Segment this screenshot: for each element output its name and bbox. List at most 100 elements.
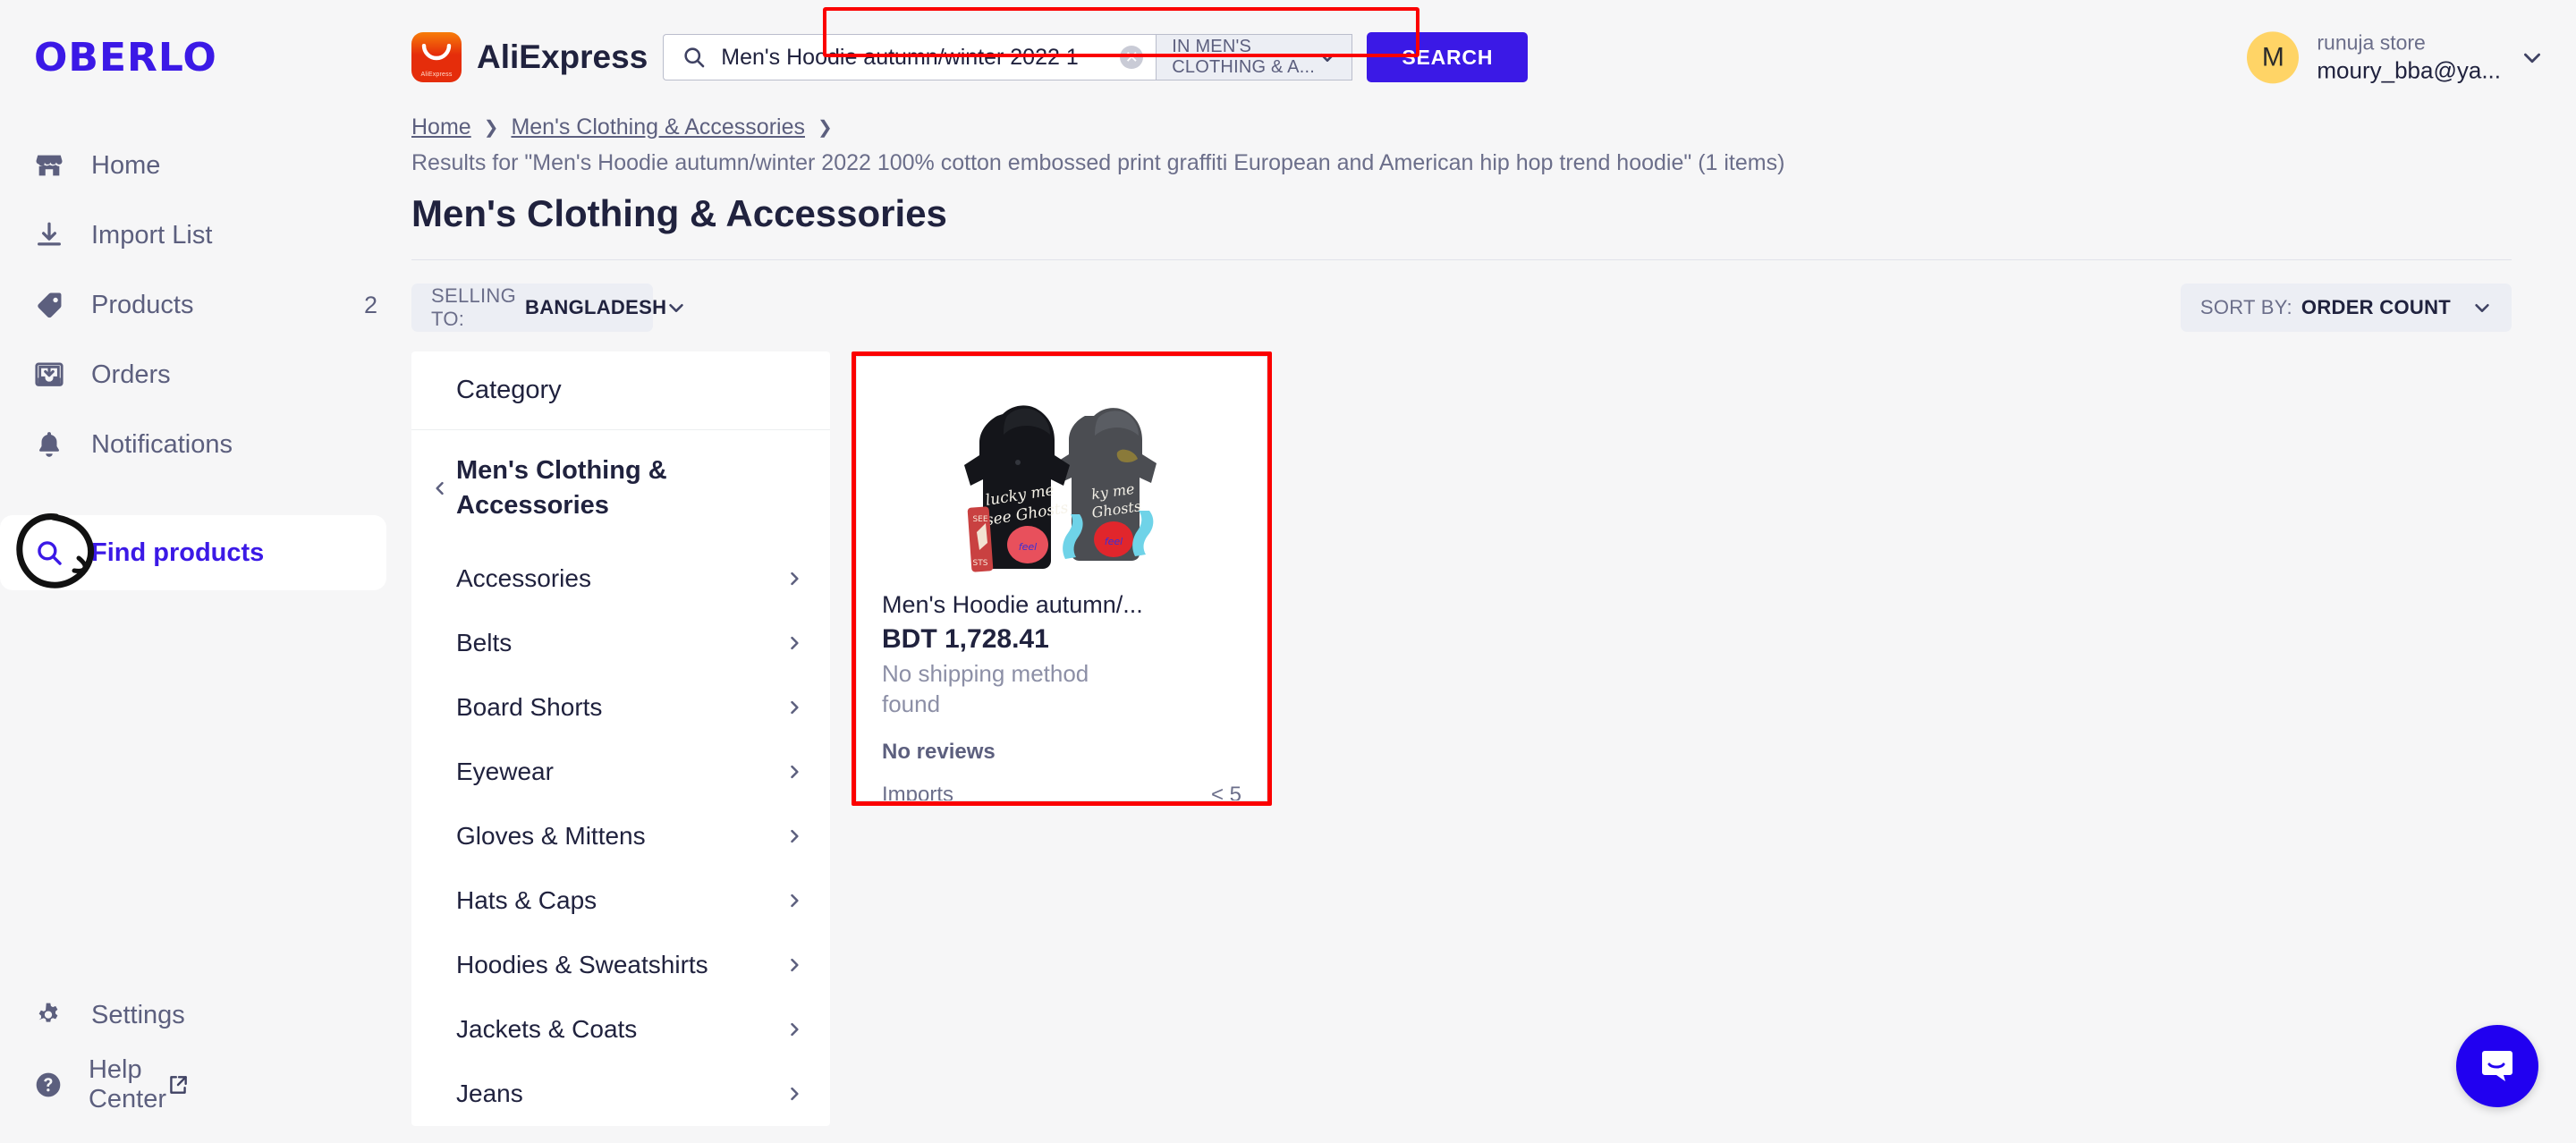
category-panel: Category Men's Clothing & Accessories Ac… xyxy=(411,351,830,1127)
chevron-down-icon[interactable] xyxy=(2521,46,2544,69)
search-button[interactable]: SEARCH xyxy=(1367,32,1529,82)
category-item-label: Belts xyxy=(456,629,513,657)
sidebar-item-settings[interactable]: Settings xyxy=(0,980,411,1050)
category-item-label: Jackets & Coats xyxy=(456,1015,638,1044)
sidebar-item-label: Settings xyxy=(91,1000,185,1029)
question-circle-icon xyxy=(34,1071,72,1099)
chevron-right-icon xyxy=(785,634,803,652)
breadcrumb-item-home[interactable]: Home xyxy=(411,114,471,140)
search-bar: ✕ IN MEN'S CLOTHING & A... SEARCH xyxy=(663,32,1529,82)
sidebar-item-label: Home xyxy=(91,150,161,180)
svg-text:feel: feel xyxy=(1105,536,1123,547)
chevron-right-icon xyxy=(785,570,803,588)
sidebar-item-home[interactable]: Home xyxy=(0,131,411,200)
marketplace-name: AliExpress xyxy=(477,38,648,75)
chevron-right-icon xyxy=(785,892,803,910)
search-input[interactable] xyxy=(721,44,1121,71)
chevron-down-icon xyxy=(666,298,686,318)
chevron-right-icon xyxy=(785,956,803,974)
search-category-label: IN MEN'S CLOTHING & A... xyxy=(1172,37,1315,77)
search-icon xyxy=(682,45,707,70)
store-icon xyxy=(34,150,75,181)
category-list-item[interactable]: Jackets & Coats xyxy=(411,997,830,1062)
category-list-item[interactable]: Hoodies & Sweatshirts xyxy=(411,933,830,997)
filter-bar: SELLING TO: BANGLADESH SORT BY: ORDER CO… xyxy=(411,284,2512,332)
divider xyxy=(411,259,2512,260)
search-field[interactable]: ✕ xyxy=(663,34,1157,80)
sidebar-item-label: Orders xyxy=(91,360,171,389)
category-list-item[interactable]: Accessories xyxy=(411,546,830,611)
category-item-label: Accessories xyxy=(456,564,591,593)
sidebar-item-notifications[interactable]: Notifications xyxy=(0,410,411,479)
sidebar-item-find-products[interactable]: Find products xyxy=(0,515,386,590)
chevron-down-icon xyxy=(1318,47,1337,67)
hoodies-image-icon: ky me Ghosts feel lucky me I see Ghosts … xyxy=(928,364,1196,588)
category-list-item[interactable]: Belts xyxy=(411,611,830,675)
breadcrumb-separator-icon: ❯ xyxy=(483,118,499,138)
avatar: M xyxy=(2247,31,2300,83)
results-body: Category Men's Clothing & Accessories Ac… xyxy=(411,351,2544,1127)
svg-text:STS: STS xyxy=(973,559,988,568)
product-reviews: No reviews xyxy=(882,739,996,764)
category-item-label: Eyewear xyxy=(456,758,554,786)
category-panel-header: Category xyxy=(411,351,830,430)
category-list-item[interactable]: Eyewear xyxy=(411,740,830,804)
sidebar-item-orders[interactable]: Orders xyxy=(0,340,411,410)
sidebar-item-products[interactable]: Products 2 xyxy=(0,270,411,340)
chevron-right-icon xyxy=(785,698,803,716)
bell-icon xyxy=(34,429,75,460)
product-card[interactable]: ky me Ghosts feel lucky me I see Ghosts … xyxy=(856,356,1267,801)
clear-search-icon[interactable]: ✕ xyxy=(1120,46,1144,69)
category-list-item[interactable]: Hats & Caps xyxy=(411,868,830,933)
category-current-label: Men's Clothing & Accessories xyxy=(456,456,667,521)
aliexpress-logo-icon: AliExpress xyxy=(411,32,462,82)
product-title: Men's Hoodie autumn/... xyxy=(882,591,1143,618)
marketplace-brand: AliExpress AliExpress xyxy=(411,32,648,82)
category-list-item[interactable]: Gloves & Mittens xyxy=(411,804,830,868)
product-image: ky me Ghosts feel lucky me I see Ghosts … xyxy=(857,357,1267,588)
topbar: AliExpress AliExpress ✕ IN MEN'S CLOTHIN… xyxy=(411,0,2576,114)
user-text: runuja store moury_bba@ya... xyxy=(2317,30,2501,84)
user-store-name: runuja store xyxy=(2317,30,2426,55)
sidebar-bottom-nav: Settings Help Center xyxy=(0,980,411,1143)
sidebar-item-count: 2 xyxy=(363,291,377,318)
page-content: Home ❯ Men's Clothing & Accessories ❯ Re… xyxy=(411,114,2576,1127)
category-item-label: Hoodies & Sweatshirts xyxy=(456,951,708,979)
category-list-item[interactable]: Board Shorts xyxy=(411,675,830,740)
aliexpress-smile-icon xyxy=(421,44,452,61)
sidebar-item-import-list[interactable]: Import List xyxy=(0,200,411,270)
search-category-select[interactable]: IN MEN'S CLOTHING & A... xyxy=(1156,34,1353,80)
chevron-right-icon xyxy=(785,763,803,781)
stat-value: < 5 xyxy=(1210,782,1241,801)
breadcrumb-item-category[interactable]: Men's Clothing & Accessories xyxy=(511,114,805,140)
results-summary: Results for "Men's Hoodie autumn/winter … xyxy=(411,150,1785,175)
intercom-chat-button[interactable] xyxy=(2456,1025,2538,1107)
chevron-left-icon xyxy=(431,479,456,497)
chevron-right-icon xyxy=(785,1020,803,1038)
sidebar-item-help-center[interactable]: Help Center xyxy=(0,1050,411,1120)
product-shipping-status: No shipping method found xyxy=(882,660,1089,717)
product-price: BDT 1,728.41 xyxy=(882,624,1049,654)
sidebar-item-label: Import List xyxy=(91,220,213,250)
selling-to-select[interactable]: SELLING TO: BANGLADESH xyxy=(411,284,683,332)
sidebar-item-label: Products xyxy=(91,290,194,319)
selling-to-value: BANGLADESH xyxy=(525,296,667,318)
stat-label: Imports xyxy=(882,782,954,801)
sidebar-item-label: Notifications xyxy=(91,429,233,459)
chat-bubble-icon xyxy=(2482,1051,2512,1081)
tag-icon xyxy=(34,290,75,320)
sort-by-select[interactable]: SORT BY: ORDER COUNT xyxy=(2180,284,2512,332)
chevron-down-icon xyxy=(2472,298,2492,318)
category-list-item[interactable]: Jeans xyxy=(411,1062,830,1126)
magnifier-icon xyxy=(34,538,75,568)
category-current-item[interactable]: Men's Clothing & Accessories xyxy=(411,430,830,546)
oberlo-logo[interactable]: OBERLO xyxy=(0,0,411,114)
sidebar-item-label: Help Center xyxy=(88,1055,166,1113)
breadcrumb-separator-icon: ❯ xyxy=(817,118,833,138)
user-menu[interactable]: M runuja store moury_bba@ya... xyxy=(2247,30,2544,84)
category-item-label: Gloves & Mittens xyxy=(456,822,646,851)
sort-by-label: SORT BY: xyxy=(2199,296,2292,318)
main-area: AliExpress AliExpress ✕ IN MEN'S CLOTHIN… xyxy=(411,0,2576,1143)
chevron-right-icon xyxy=(785,827,803,845)
